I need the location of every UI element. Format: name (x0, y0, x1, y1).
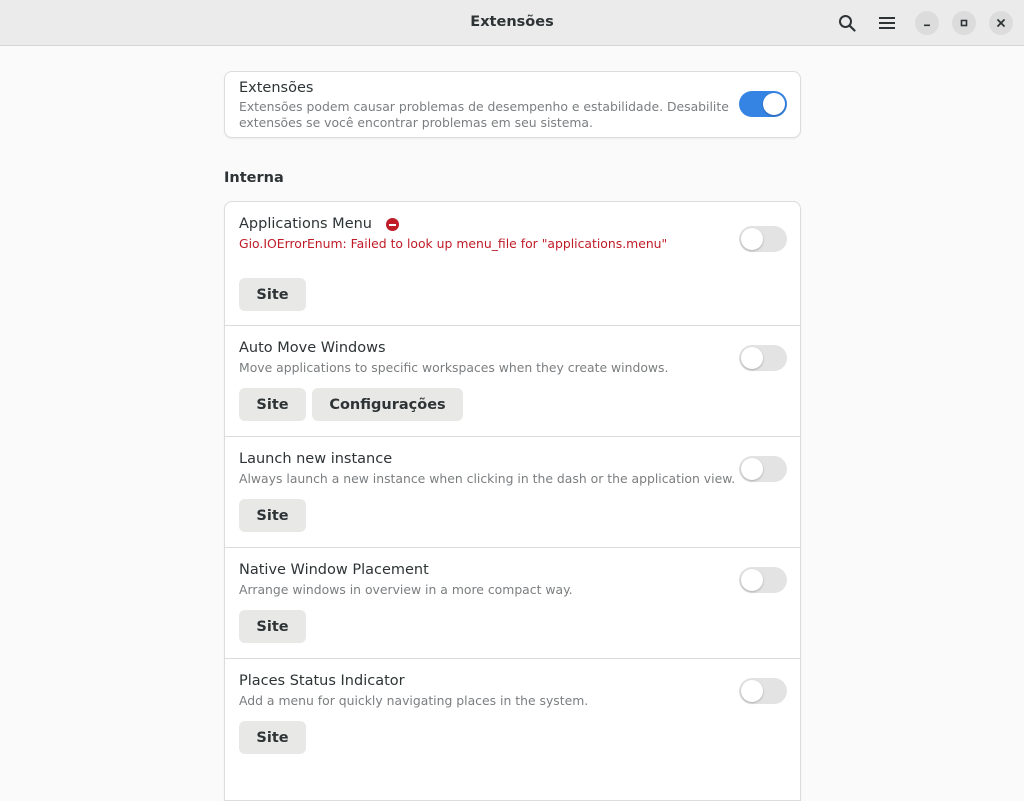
switch-knob (741, 458, 763, 480)
switch-knob (763, 93, 785, 115)
main-menu-button[interactable] (873, 9, 901, 37)
extension-name: Applications Menu (239, 216, 372, 232)
close-icon (997, 19, 1005, 27)
extension-description: Move applications to specific workspaces… (239, 360, 669, 375)
extension-switch[interactable] (739, 345, 787, 371)
minimize-button[interactable] (915, 11, 939, 35)
switch-knob (741, 680, 763, 702)
extension-row-launch-new-instance: Launch new instance Always launch a new … (225, 437, 800, 548)
extension-name: Launch new instance (239, 451, 393, 467)
global-extensions-title: Extensões (239, 80, 314, 96)
hamburger-menu-icon (879, 17, 895, 29)
extension-switch[interactable] (739, 678, 787, 704)
header-bar: Extensões (0, 0, 1024, 46)
section-heading-interna: Interna (224, 170, 284, 186)
extension-description: Always launch a new instance when clicki… (239, 471, 736, 486)
extension-switch[interactable] (739, 456, 787, 482)
extensions-list: Applications Menu Gio.IOErrorEnum: Faile… (224, 201, 801, 801)
extension-switch[interactable] (739, 567, 787, 593)
switch-knob (741, 228, 763, 250)
maximize-button[interactable] (952, 11, 976, 35)
global-extensions-description-line1: Extensões podem causar problemas de dese… (239, 99, 729, 114)
extension-description: Add a menu for quickly navigating places… (239, 693, 589, 708)
settings-button[interactable]: Configurações (312, 388, 463, 421)
extension-row-applications-menu: Applications Menu Gio.IOErrorEnum: Faile… (225, 202, 800, 326)
extension-switch[interactable] (739, 226, 787, 252)
search-icon (839, 15, 856, 32)
site-button[interactable]: Site (239, 610, 306, 643)
close-button[interactable] (989, 11, 1013, 35)
extension-row-auto-move-windows: Auto Move Windows Move applications to s… (225, 326, 800, 437)
switch-knob (741, 347, 763, 369)
global-extensions-card: Extensões Extensões podem causar problem… (224, 71, 801, 138)
extension-name: Native Window Placement (239, 562, 429, 578)
site-button[interactable]: Site (239, 499, 306, 532)
site-button[interactable]: Site (239, 721, 306, 754)
window-title: Extensões (470, 14, 554, 30)
minimize-icon (924, 24, 930, 27)
extension-name: Places Status Indicator (239, 673, 405, 689)
extension-error: Gio.IOErrorEnum: Failed to look up menu_… (239, 236, 668, 251)
site-button[interactable]: Site (239, 388, 306, 421)
global-extensions-description-line2: extensões se você encontrar problemas em… (239, 115, 593, 130)
error-icon (386, 218, 399, 231)
extension-row-places-status-indicator: Places Status Indicator Add a menu for q… (225, 659, 800, 770)
search-button[interactable] (833, 9, 861, 37)
extension-row-native-window-placement: Native Window Placement Arrange windows … (225, 548, 800, 659)
extensions-content: Extensões Extensões podem causar problem… (224, 71, 801, 801)
switch-knob (741, 569, 763, 591)
site-button[interactable]: Site (239, 278, 306, 311)
extension-description: Arrange windows in overview in a more co… (239, 582, 573, 597)
global-extensions-switch[interactable] (739, 91, 787, 117)
extension-name: Auto Move Windows (239, 340, 386, 356)
maximize-icon (960, 19, 968, 27)
